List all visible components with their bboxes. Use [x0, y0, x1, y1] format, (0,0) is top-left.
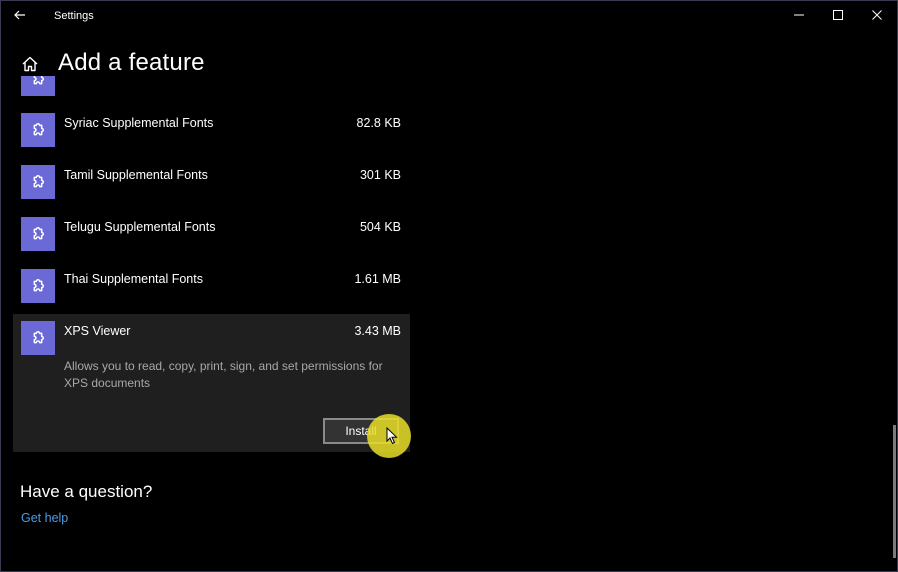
feature-item[interactable]: Tamil Supplemental Fonts 301 KB	[13, 158, 410, 210]
feature-item-selected[interactable]: XPS Viewer 3.43 MB Allows you to read, c…	[13, 314, 410, 452]
home-icon	[22, 56, 38, 72]
puzzle-icon	[33, 175, 44, 188]
maximize-icon	[833, 10, 843, 20]
feature-description: Allows you to read, copy, print, sign, a…	[64, 359, 383, 390]
feature-tile	[21, 76, 55, 96]
page-title: Add a feature	[58, 49, 205, 76]
feature-name: Telugu Supplemental Fonts	[64, 220, 216, 234]
get-help-link[interactable]: Get help	[21, 511, 68, 525]
arrow-left-icon	[14, 10, 25, 20]
feature-name: Thai Supplemental Fonts	[64, 272, 203, 286]
puzzle-icon	[33, 279, 44, 292]
feature-item[interactable]: Telugu Supplemental Fonts 504 KB	[13, 210, 410, 262]
feature-name: Syriac Supplemental Fonts	[64, 116, 214, 130]
feature-item[interactable]: Syriac Supplemental Fonts 82.8 KB	[13, 106, 410, 158]
feature-tile	[21, 217, 55, 251]
minimize-icon	[794, 14, 804, 16]
feature-list[interactable]: Syriac Supplemental Fonts 82.8 KB Tamil …	[13, 76, 410, 456]
feature-name: Tamil Supplemental Fonts	[64, 168, 208, 182]
feature-size: 301 KB	[359, 168, 401, 182]
minimize-button[interactable]	[779, 3, 819, 27]
puzzle-icon	[33, 331, 44, 344]
feature-tile	[21, 165, 55, 199]
feature-item-partial[interactable]	[13, 76, 410, 98]
feature-tile	[21, 321, 55, 355]
title-bar: Settings	[1, 1, 897, 31]
puzzle-icon	[33, 123, 44, 136]
settings-window: Settings Add a feature Syriac Supplement…	[0, 0, 898, 572]
puzzle-icon	[33, 76, 44, 85]
scrollbar[interactable]	[893, 425, 896, 558]
maximize-button[interactable]	[818, 3, 858, 27]
feature-tile	[21, 113, 55, 147]
question-heading: Have a question?	[20, 482, 153, 501]
feature-size: 82.8 KB	[356, 116, 401, 130]
close-icon	[872, 10, 882, 20]
feature-item[interactable]: Thai Supplemental Fonts 1.61 MB	[13, 262, 410, 314]
app-title: Settings	[54, 10, 94, 22]
feature-size: 504 KB	[359, 220, 401, 234]
close-button[interactable]	[857, 3, 897, 27]
feature-size: 1.61 MB	[354, 272, 401, 286]
puzzle-icon	[33, 227, 44, 240]
install-button[interactable]: Install	[323, 418, 399, 444]
feature-size: 3.43 MB	[354, 324, 401, 338]
home-button[interactable]	[20, 54, 40, 74]
feature-name: XPS Viewer	[64, 324, 131, 338]
feature-tile	[21, 269, 55, 303]
back-button[interactable]	[9, 5, 31, 25]
